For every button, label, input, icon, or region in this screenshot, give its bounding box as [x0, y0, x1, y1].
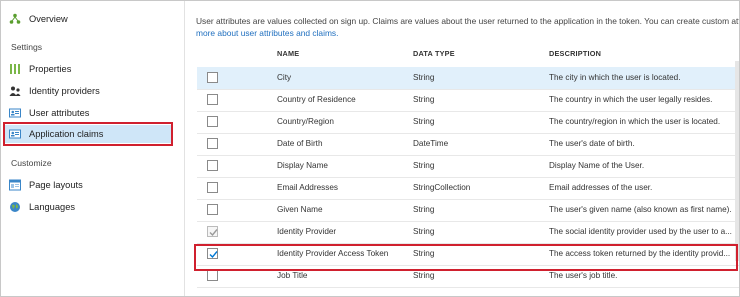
sidebar-item-label: User attributes	[29, 108, 90, 118]
column-header-description[interactable]: DESCRIPTION	[549, 49, 601, 58]
table-row[interactable]: Country/Region String The country/region i…	[197, 111, 739, 134]
sidebar-item-label: Identity providers	[29, 86, 100, 96]
highlight-box	[3, 122, 173, 146]
sidebar-item-label: Properties	[29, 64, 72, 74]
row-checkbox[interactable]	[207, 270, 218, 281]
cell-type: String	[413, 95, 435, 104]
sidebar-item-properties[interactable]: Properties	[9, 60, 175, 78]
cell-name: Country of Residence	[277, 95, 356, 104]
cell-type: String	[413, 205, 435, 214]
row-checkbox[interactable]	[207, 72, 218, 83]
cell-name: Job Title	[277, 271, 308, 280]
row-checkbox[interactable]	[207, 116, 218, 127]
sidebar-item-overview[interactable]: Overview	[9, 10, 175, 28]
learn-more-link[interactable]: more about user attributes and claims.	[196, 27, 739, 39]
row-checkbox	[207, 226, 218, 237]
table-row[interactable]: Date of Birth DateTime The user's date of …	[197, 133, 739, 156]
languages-icon	[9, 201, 21, 213]
cell-name: City	[277, 73, 292, 82]
row-checkbox[interactable]	[207, 160, 218, 171]
sidebar-item-identity-providers[interactable]: Identity providers	[9, 82, 175, 100]
cell-desc: The user's date of birth.	[549, 139, 635, 148]
properties-icon	[9, 63, 21, 75]
sidebar-item-label: Page layouts	[29, 180, 83, 190]
cell-desc: The user's job title.	[549, 271, 618, 280]
table-row[interactable]: Given Name String The user's given name (a…	[197, 199, 739, 222]
cell-type: String	[413, 227, 435, 236]
table-row[interactable]: Email Addresses StringCollection Email add…	[197, 177, 739, 200]
cell-type: String	[413, 117, 435, 126]
sidebar-item-page-layouts[interactable]: Page layouts	[9, 176, 175, 194]
cell-desc: Email addresses of the user.	[549, 183, 653, 192]
cell-type: DateTime	[413, 139, 449, 148]
row-checkbox[interactable]	[207, 138, 218, 149]
column-header-data-type[interactable]: DATA TYPE	[413, 49, 455, 58]
intro-text: User attributes are values collected on …	[196, 15, 740, 39]
cell-desc: The city in which the user is located.	[549, 73, 681, 82]
user-attributes-icon	[9, 107, 21, 119]
sidebar: Overview Settings Properties Identity pr…	[1, 1, 185, 296]
sidebar-item-label: Languages	[29, 202, 76, 212]
cell-name: Display Name	[277, 161, 328, 170]
scrollbar[interactable]	[735, 61, 739, 261]
cell-type: StringCollection	[413, 183, 471, 192]
highlight-box	[194, 244, 738, 271]
cell-name: Country/Region	[277, 117, 334, 126]
cell-desc: The country/region in which the user is …	[549, 117, 721, 126]
sidebar-item-user-attributes[interactable]: User attributes	[9, 104, 175, 122]
row-checkbox[interactable]	[207, 204, 218, 215]
cell-type: String	[413, 271, 435, 280]
section-customize: Customize	[11, 158, 52, 168]
table-row[interactable]: City String The city in which the user is …	[197, 67, 739, 90]
cell-desc: Display Name of the User.	[549, 161, 645, 170]
app-frame: Overview Settings Properties Identity pr…	[0, 0, 740, 297]
row-checkbox[interactable]	[207, 182, 218, 193]
column-header-name[interactable]: NAME	[277, 49, 299, 58]
cell-name: Email Addresses	[277, 183, 338, 192]
cell-desc: The social identity provider used by the…	[549, 227, 732, 236]
overview-icon	[9, 13, 21, 25]
table-row[interactable]: Country of Residence String The country in…	[197, 89, 739, 112]
cell-desc: The user's given name (also known as fir…	[549, 205, 732, 214]
identity-providers-icon	[9, 85, 21, 97]
section-settings: Settings	[11, 42, 43, 52]
cell-name: Given Name	[277, 205, 323, 214]
sidebar-item-label: Overview	[29, 14, 68, 24]
intro-description: User attributes are values collected on …	[196, 16, 740, 26]
table-row[interactable]: Identity Provider String The social identi…	[197, 221, 739, 244]
sidebar-item-languages[interactable]: Languages	[9, 198, 175, 216]
page-layouts-icon	[9, 179, 21, 191]
cell-desc: The country in which the user legally re…	[549, 95, 713, 104]
row-checkbox[interactable]	[207, 94, 218, 105]
cell-name: Date of Birth	[277, 139, 323, 148]
table-row[interactable]: Display Name String Display Name of the Us…	[197, 155, 739, 178]
cell-type: String	[413, 161, 435, 170]
cell-name: Identity Provider	[277, 227, 337, 236]
cell-type: String	[413, 73, 435, 82]
